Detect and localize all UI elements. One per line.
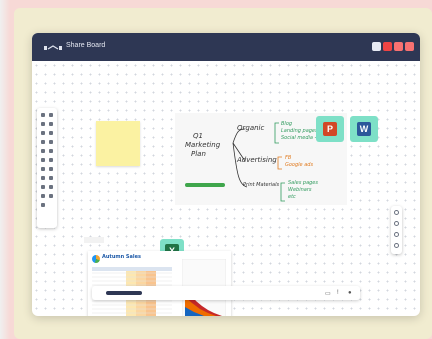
eraser-tool-icon[interactable] bbox=[49, 122, 53, 126]
search-icon[interactable] bbox=[394, 243, 399, 248]
sticky-tool-icon[interactable] bbox=[49, 167, 53, 171]
powerpoint-file-icon[interactable]: P bbox=[316, 116, 344, 142]
branch-print: Print Materials bbox=[243, 182, 280, 188]
app-logo-icon bbox=[44, 45, 62, 50]
close-icon[interactable] bbox=[405, 42, 414, 51]
chat-icon[interactable]: ▭ bbox=[325, 290, 331, 297]
pointer-tool-icon[interactable] bbox=[49, 158, 53, 162]
fill-tool-icon[interactable] bbox=[49, 131, 53, 135]
bottom-bar: ▭ ! ● bbox=[92, 286, 360, 300]
stop-icon[interactable] bbox=[394, 42, 403, 51]
text-tool-icon[interactable] bbox=[41, 167, 45, 171]
pencil-tool-icon[interactable] bbox=[49, 113, 53, 117]
note-landing: Landing pages bbox=[281, 128, 318, 134]
app-window: Share Board Q1 Marketing Plan Organic Ad… bbox=[32, 33, 420, 316]
whiteboard-progress-bar bbox=[185, 183, 225, 187]
report-logo-icon bbox=[92, 255, 100, 263]
select-tool-icon[interactable] bbox=[41, 122, 45, 126]
right-toolbar bbox=[391, 206, 402, 254]
pen-tool-icon[interactable] bbox=[41, 113, 45, 117]
line-tool-icon[interactable] bbox=[41, 140, 45, 144]
note-sales: Sales pages bbox=[288, 180, 318, 186]
title-bar: Share Board bbox=[32, 33, 420, 61]
rectangle-tool-icon[interactable] bbox=[49, 149, 53, 153]
user-icon[interactable] bbox=[372, 42, 381, 51]
note-blog: Blog bbox=[281, 121, 293, 127]
note-webinars: Webinars bbox=[288, 187, 312, 193]
zoom-out-icon[interactable] bbox=[49, 194, 53, 198]
sticky-note[interactable] bbox=[96, 121, 140, 166]
shape-tool-icon[interactable] bbox=[41, 131, 45, 135]
circle-tool-icon[interactable] bbox=[41, 149, 45, 153]
zoom-in-icon[interactable] bbox=[41, 194, 45, 198]
download-icon[interactable] bbox=[394, 221, 399, 226]
dash-tool-icon[interactable] bbox=[49, 140, 53, 144]
branch-advertising: Advertising bbox=[237, 156, 277, 164]
background-edge bbox=[0, 0, 10, 339]
canvas-label bbox=[84, 237, 104, 243]
note-etc: etc bbox=[288, 194, 296, 200]
more-icon[interactable]: ● bbox=[348, 290, 352, 296]
note-fb: FB bbox=[285, 155, 292, 161]
powerpoint-letter: P bbox=[323, 122, 337, 136]
image-tool-icon[interactable] bbox=[41, 176, 45, 180]
page-scrollbar[interactable] bbox=[106, 291, 142, 295]
left-toolbar bbox=[37, 108, 57, 228]
sales-report-image[interactable]: Autumn Sales bbox=[88, 251, 231, 316]
share-icon[interactable] bbox=[394, 232, 399, 237]
word-letter: W bbox=[357, 122, 371, 136]
whiteboard-canvas[interactable]: Q1 Marketing Plan Organic Advertising Pr… bbox=[32, 61, 420, 316]
arrow-tool-icon[interactable] bbox=[41, 158, 45, 162]
info-icon[interactable]: ! bbox=[337, 290, 339, 296]
window-title: Share Board bbox=[66, 42, 106, 49]
word-file-icon[interactable]: W bbox=[350, 116, 378, 142]
report-title: Autumn Sales bbox=[102, 254, 141, 260]
note-google: Google ads bbox=[285, 162, 314, 168]
branch-organic: Organic bbox=[237, 124, 265, 132]
settings-icon[interactable] bbox=[394, 210, 399, 215]
note-tool-icon[interactable] bbox=[41, 185, 45, 189]
minus-tool-icon[interactable] bbox=[49, 185, 53, 189]
undo-icon[interactable] bbox=[41, 203, 45, 207]
record-icon[interactable] bbox=[383, 42, 392, 51]
grid-tool-icon[interactable] bbox=[49, 176, 53, 180]
